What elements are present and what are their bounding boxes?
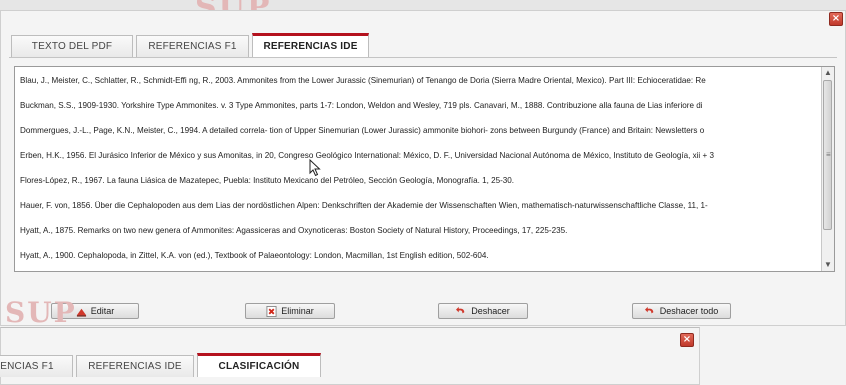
edit-button-label: Editar <box>90 306 115 316</box>
list-item[interactable]: Hauer, F. von, 1856. Über die Cephalopod… <box>20 199 708 213</box>
scroll-up-icon[interactable]: ▲ <box>822 67 834 79</box>
list-item[interactable]: Blau, J., Meister, C., Schlatter, R., Sc… <box>20 74 706 88</box>
tab-referencias-f1[interactable]: REFERENCIAS F1 <box>136 35 249 57</box>
tab-referencias-f1[interactable]: ENCIAS F1 <box>0 355 73 377</box>
tab-bar: TEXTO DEL PDF REFERENCIAS F1 REFERENCIAS… <box>11 33 372 57</box>
tab-label: ENCIAS F1 <box>0 361 54 372</box>
tab-texto-pdf[interactable]: TEXTO DEL PDF <box>11 35 133 57</box>
tab-referencias-ide[interactable]: REFERENCIAS IDE <box>252 33 369 57</box>
mouse-cursor-icon <box>309 159 321 177</box>
delete-button-label: Eliminar <box>281 306 314 316</box>
tab-label: CLASIFICACIÓN <box>218 361 300 372</box>
tab-bar: ENCIAS F1 REFERENCIAS IDE CLASIFICACIÓN <box>0 353 324 377</box>
grip-icon: ≡ <box>826 150 831 159</box>
list-item[interactable]: Hyatt, A., 1875. Remarks on two new gene… <box>20 224 567 238</box>
list-item[interactable]: Flores-López, R., 1967. La fauna Liásica… <box>20 174 514 188</box>
close-icon[interactable]: × <box>829 12 843 26</box>
tab-label: TEXTO DEL PDF <box>31 41 113 52</box>
references-window: × TEXTO DEL PDF REFERENCIAS F1 REFERENCI… <box>0 10 846 326</box>
edit-icon <box>76 308 86 317</box>
delete-button[interactable]: Eliminar <box>245 303 335 319</box>
tab-referencias-ide[interactable]: REFERENCIAS IDE <box>76 355 194 377</box>
list-item[interactable]: Buckman, S.S., 1909-1930. Yorkshire Type… <box>20 99 703 113</box>
tab-divider <box>9 57 837 58</box>
close-icon[interactable]: × <box>680 333 694 347</box>
references-list[interactable]: Blau, J., Meister, C., Schlatter, R., Sc… <box>14 66 835 272</box>
list-item[interactable]: Erben, H.K., 1956. El Jurásico Inferior … <box>20 149 714 163</box>
tab-label: REFERENCIAS IDE <box>263 41 358 52</box>
undo-button[interactable]: Deshacer <box>438 303 528 319</box>
tab-label: REFERENCIAS IDE <box>88 361 182 372</box>
undo-icon <box>456 306 465 313</box>
undo-all-icon <box>644 306 653 313</box>
tab-label: REFERENCIAS F1 <box>148 41 237 52</box>
undo-all-button[interactable]: Deshacer todo <box>632 303 731 319</box>
undo-button-label: Deshacer <box>471 306 510 316</box>
tab-clasificacion[interactable]: CLASIFICACIÓN <box>197 353 321 377</box>
undo-all-button-label: Deshacer todo <box>659 306 719 316</box>
background-logo-2: SUP <box>5 296 77 329</box>
scrollbar-thumb[interactable]: ≡ <box>823 80 832 230</box>
list-item[interactable]: Dommergues, J.-L., Page, K.N., Meister, … <box>20 124 704 138</box>
list-item[interactable]: Hyatt, A., 1900. Cephalopoda, in Zittel,… <box>20 249 489 263</box>
scroll-down-icon[interactable]: ▼ <box>822 259 834 271</box>
delete-icon <box>266 305 277 317</box>
classification-window: × ENCIAS F1 REFERENCIAS IDE CLASIFICACIÓ… <box>0 327 700 385</box>
vertical-scrollbar[interactable]: ▲ ≡ ▼ <box>821 67 834 271</box>
